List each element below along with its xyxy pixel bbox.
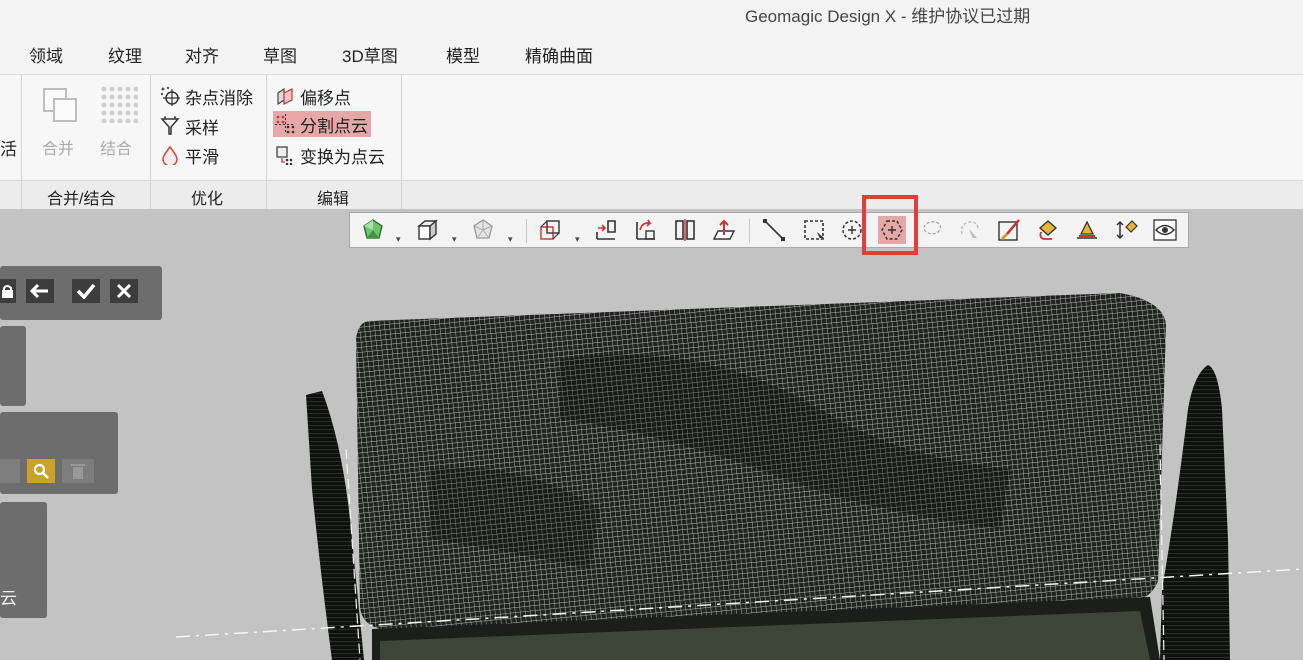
noise-removal-label: 杂点消除	[185, 88, 253, 108]
lock-icon	[2, 285, 13, 298]
noise-removal-icon	[160, 86, 180, 106]
confirm-button[interactable]	[72, 279, 100, 303]
split-point-cloud-label: 分割点云	[300, 116, 368, 136]
trash-icon	[71, 464, 85, 479]
delete-button[interactable]	[62, 459, 94, 483]
cancel-button[interactable]	[110, 279, 138, 303]
line-select-icon	[763, 219, 785, 241]
combine-button[interactable]: 结合	[88, 77, 144, 167]
paint-brush-icon	[998, 219, 1020, 241]
offset-points-icon	[277, 87, 293, 106]
visibility-icon	[1153, 219, 1177, 241]
offset-points-label: 偏移点	[300, 88, 351, 108]
view-cube-button[interactable]	[413, 216, 441, 244]
view-cube-icon	[417, 219, 438, 241]
section-box-button[interactable]	[536, 216, 564, 244]
search-icon	[33, 463, 49, 479]
tab-exact-surface[interactable]: 精确曲面	[525, 42, 593, 67]
search-button[interactable]	[27, 459, 55, 483]
lasso-select-button[interactable]	[918, 216, 946, 244]
extend-select-icon	[1077, 220, 1097, 239]
fill-paint-button[interactable]	[1034, 216, 1062, 244]
sampling-label: 采样	[185, 118, 219, 138]
paint-brush-button[interactable]	[995, 216, 1023, 244]
freehand-select-icon	[960, 221, 979, 241]
line-select-button[interactable]	[760, 216, 788, 244]
ribbon-partial-label: 活	[0, 140, 17, 159]
mirror-view-button[interactable]	[671, 216, 699, 244]
convert-to-point-cloud-label: 变换为点云	[300, 147, 385, 167]
window-title: Geomagic Design X - 维护协议已过期	[745, 7, 1031, 26]
back-button[interactable]	[26, 279, 54, 303]
expand-shrink-button[interactable]	[1112, 216, 1140, 244]
point-cloud-view	[175, 293, 1303, 660]
edit-group-label: 编辑	[317, 191, 350, 208]
normal-view-icon	[712, 219, 736, 240]
partial-tool-button[interactable]	[0, 459, 20, 483]
rotate-view-icon	[636, 219, 655, 240]
split-point-cloud-button[interactable]: 分割点云	[273, 111, 371, 137]
convert-to-point-cloud-button[interactable]: 变换为点云	[273, 142, 388, 168]
panel-section-1	[0, 326, 26, 406]
ribbon-group-labels: 合并/结合 优化 编辑	[0, 180, 1303, 210]
close-icon	[116, 283, 132, 299]
display-mode-button[interactable]	[359, 216, 387, 244]
3d-viewport[interactable]	[0, 209, 1303, 660]
feature-panel-header	[0, 266, 162, 320]
noise-removal-button[interactable]: 杂点消除	[158, 83, 256, 109]
ribbon: 活 合并 结合 杂点消除 采样 平滑 偏移点 分割点云 变换为点云	[0, 74, 1303, 181]
lasso-select-icon	[923, 221, 942, 235]
fill-paint-icon	[1038, 220, 1058, 240]
title-bar: Geomagic Design X - 维护协议已过期	[0, 0, 1303, 28]
lock-button[interactable]	[0, 279, 16, 303]
render-mode-icon	[473, 219, 493, 239]
smooth-button[interactable]: 平滑	[158, 142, 222, 168]
merge-label: 合并	[41, 141, 74, 158]
tab-sketch[interactable]: 草图	[263, 42, 297, 67]
smooth-icon	[162, 145, 178, 165]
visibility-button[interactable]	[1151, 216, 1179, 244]
section-box-icon	[540, 220, 560, 240]
combine-icon	[101, 86, 138, 123]
smooth-label: 平滑	[185, 147, 219, 167]
back-arrow-icon	[30, 284, 48, 298]
rotate-view-button[interactable]	[632, 216, 660, 244]
rectangle-select-icon	[804, 220, 824, 241]
cloud-label-partial: 云	[0, 589, 17, 608]
freehand-select-button[interactable]	[956, 216, 984, 244]
merge-icon	[43, 88, 77, 122]
extend-select-button[interactable]	[1073, 216, 1101, 244]
sampling-icon	[160, 116, 180, 135]
front-view-button[interactable]	[592, 216, 620, 244]
merge-button[interactable]: 合并	[30, 77, 86, 167]
check-icon	[76, 283, 96, 299]
expand-shrink-icon	[1116, 220, 1138, 240]
panel-section-2	[0, 412, 118, 494]
split-point-cloud-icon	[275, 114, 295, 134]
view-toolbar: ▾ ▾ ▾ ▾	[349, 212, 1189, 248]
mirror-view-icon	[675, 219, 695, 241]
selection-highlight	[862, 195, 918, 255]
sampling-button[interactable]: 采样	[158, 113, 222, 139]
offset-points-button[interactable]: 偏移点	[273, 83, 354, 109]
merge-group-label: 合并/结合	[47, 191, 116, 208]
combine-label: 结合	[99, 141, 132, 158]
tab-texture[interactable]: 纹理	[108, 42, 142, 67]
tab-3d-sketch[interactable]: 3D草图	[342, 42, 398, 67]
menu-bar: 领域 纹理 对齐 草图 3D草图 模型 精确曲面	[0, 28, 1303, 74]
normal-view-button[interactable]	[710, 216, 738, 244]
optimize-group-label: 优化	[191, 191, 224, 208]
front-view-icon	[596, 220, 616, 240]
tab-model[interactable]: 模型	[446, 42, 480, 67]
render-mode-button[interactable]	[469, 216, 497, 244]
display-mode-icon	[363, 219, 383, 239]
circle-select-icon	[842, 220, 862, 240]
convert-to-point-cloud-icon	[276, 146, 293, 165]
tab-align[interactable]: 对齐	[185, 42, 219, 67]
rectangle-select-button[interactable]	[800, 216, 828, 244]
tab-region[interactable]: 领域	[29, 42, 63, 67]
